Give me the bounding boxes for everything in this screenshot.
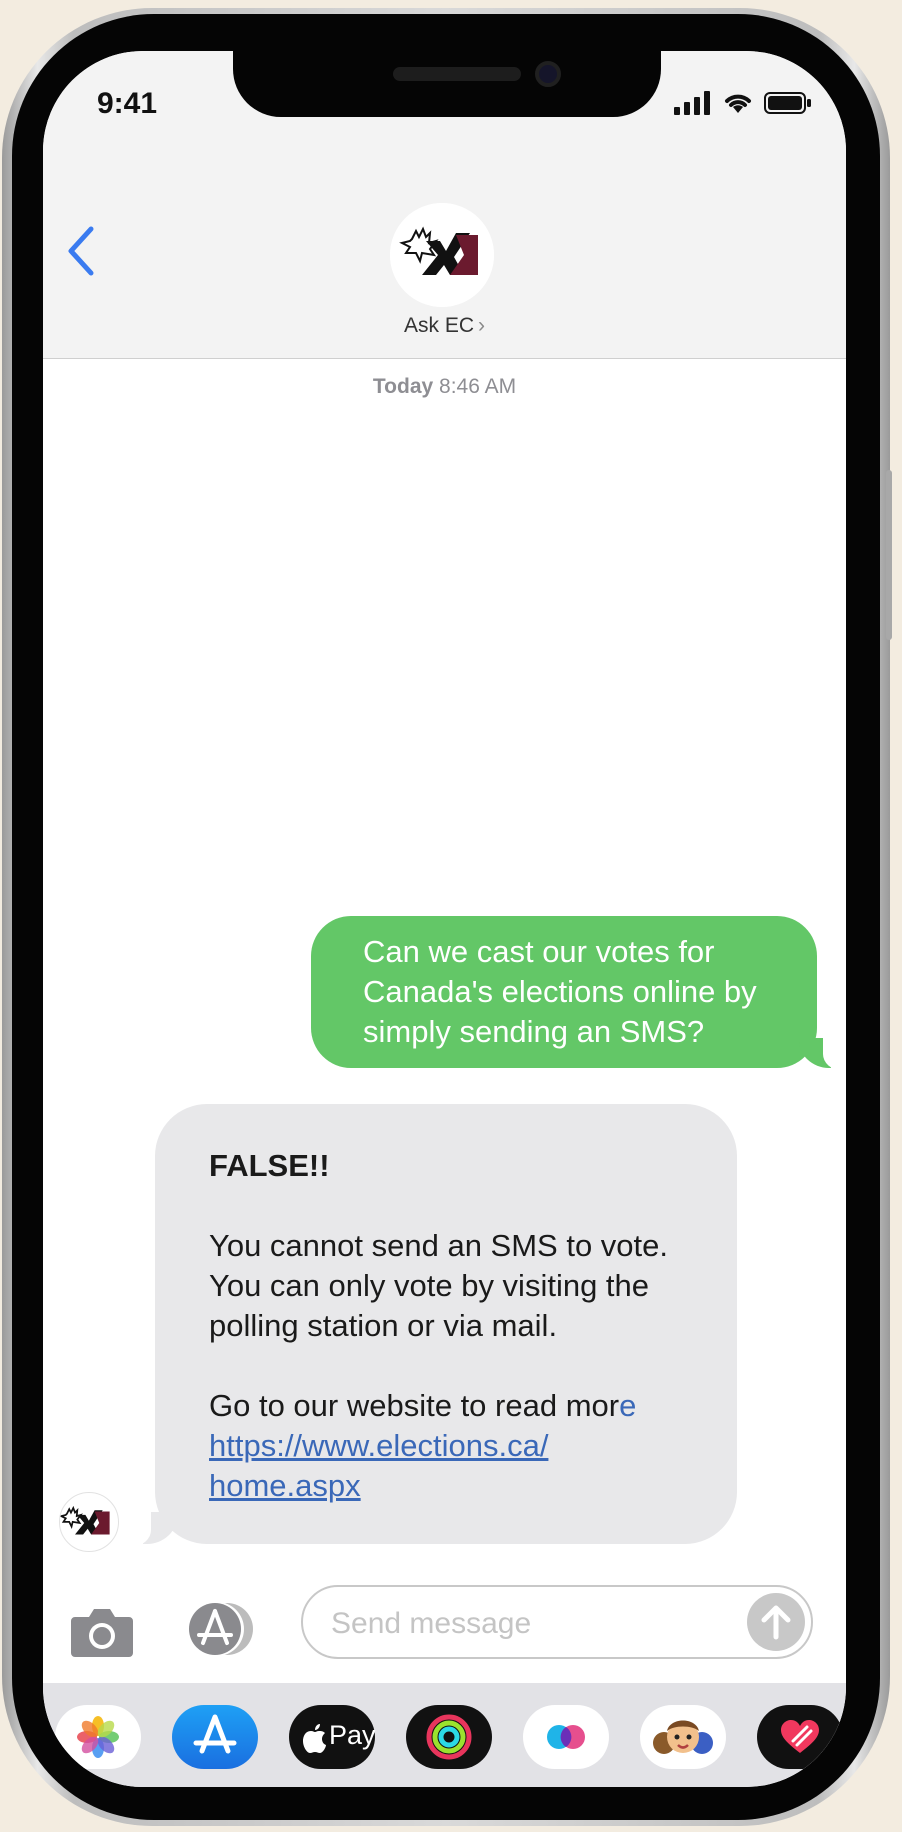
clips-circles-icon xyxy=(547,1725,585,1749)
memoji-faces-icon xyxy=(653,1720,713,1754)
composer-bar: Send message xyxy=(43,1573,846,1683)
app-store-glyph-icon xyxy=(193,1714,237,1754)
memoji-app-icon[interactable] xyxy=(640,1705,726,1769)
apple-pay-label: Pay xyxy=(329,1720,376,1750)
screen: 9:41 Ask EC › Today 8:46 AM Can we cast … xyxy=(43,51,846,1787)
elections-canada-logo-icon xyxy=(390,203,494,307)
camera-icon[interactable] xyxy=(69,1605,135,1659)
status-icons xyxy=(674,91,812,115)
contact-name[interactable]: Ask EC › xyxy=(43,314,846,338)
arrow-up-icon xyxy=(761,1605,791,1640)
photos-app-icon[interactable] xyxy=(55,1705,141,1769)
incoming-message-bubble[interactable]: FALSE!! You cannot send an SMS to vote. … xyxy=(127,1104,737,1546)
wifi-icon xyxy=(725,94,751,113)
app-store-app-icon[interactable] xyxy=(172,1705,258,1769)
send-button[interactable] xyxy=(747,1593,805,1651)
status-time: 9:41 xyxy=(97,87,158,120)
message-body-line: polling station or via mail. xyxy=(209,1308,558,1343)
speaker-grille xyxy=(393,67,521,81)
message-timestamp: Today 8:46 AM xyxy=(43,375,846,399)
notch xyxy=(233,51,661,117)
elections-link[interactable]: https://www.elections.ca/ xyxy=(209,1428,548,1463)
outgoing-message-text: Can we cast our votes for Canada's elect… xyxy=(363,934,757,1049)
elections-canada-logo-icon xyxy=(60,1505,110,1535)
message-input-placeholder: Send message xyxy=(331,1607,532,1640)
message-body-line: You cannot send an SMS to vote. xyxy=(209,1228,669,1263)
status-bar: 9:41 xyxy=(43,51,846,151)
photos-flower-icon xyxy=(77,1716,119,1758)
contact-avatar[interactable] xyxy=(390,203,494,307)
cellular-signal-icon xyxy=(674,91,710,115)
battery-icon xyxy=(764,92,811,114)
app-store-icon[interactable] xyxy=(183,1601,257,1657)
activity-app-icon[interactable] xyxy=(406,1705,492,1769)
message-body-line: You can only vote by visiting the xyxy=(209,1268,650,1303)
imessage-app-drawer: Pay xyxy=(43,1683,846,1787)
message-heading: FALSE!! xyxy=(209,1148,330,1183)
timestamp-time: 8:46 AM xyxy=(439,375,517,398)
back-chevron-icon[interactable] xyxy=(61,221,101,281)
website-prompt: Go to our website to read more xyxy=(209,1388,637,1423)
side-button xyxy=(886,470,892,640)
digital-touch-app-icon[interactable] xyxy=(757,1705,843,1769)
contact-chevron-icon: › xyxy=(478,314,485,337)
front-camera xyxy=(535,61,561,87)
conversation-header: Ask EC › xyxy=(43,151,846,359)
message-input[interactable]: Send message xyxy=(301,1585,813,1659)
activity-rings-icon xyxy=(426,1714,472,1760)
sender-avatar[interactable] xyxy=(59,1492,119,1552)
clips-app-icon[interactable] xyxy=(523,1705,609,1769)
elections-link-continued[interactable]: home.aspx xyxy=(209,1468,361,1503)
contact-name-label: Ask EC xyxy=(403,314,474,337)
timestamp-day: Today xyxy=(372,375,434,398)
heart-icon xyxy=(781,1720,819,1753)
apple-pay-app-icon[interactable]: Pay xyxy=(289,1705,376,1769)
outgoing-message-bubble[interactable]: Can we cast our votes for Canada's elect… xyxy=(311,916,846,1070)
